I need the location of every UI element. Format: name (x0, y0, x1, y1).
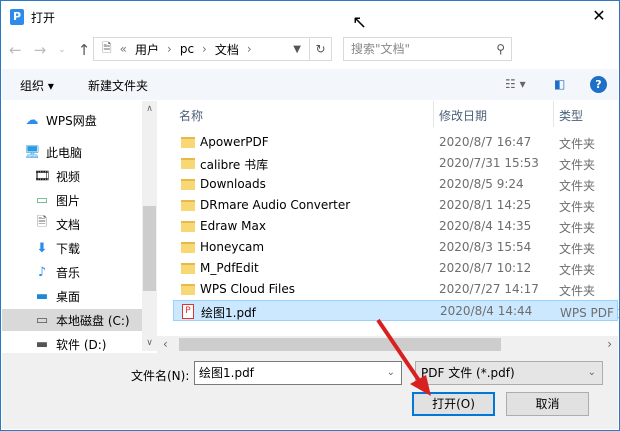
mouse-cursor-icon: ↖ (352, 12, 368, 33)
annotation-arrow (376, 318, 431, 396)
